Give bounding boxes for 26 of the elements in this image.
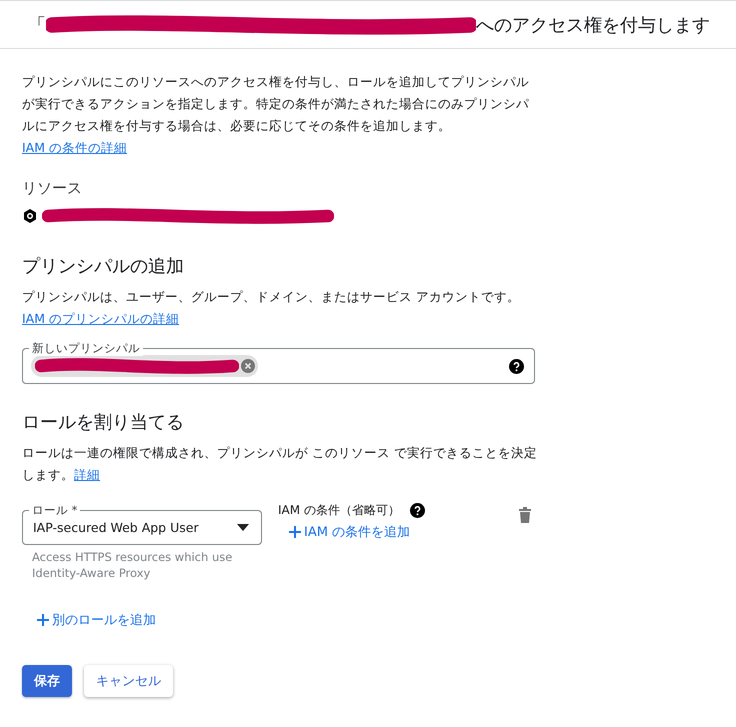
roles-description: ロールは一連の権限で構成され、プリンシパルが このリソース で実行できることを決定します。詳細 (22, 444, 537, 484)
add-condition-button[interactable]: IAM の条件を追加 (288, 523, 410, 541)
plus-icon (288, 525, 302, 539)
dialog-title: へのアクセス権を付与します (476, 14, 710, 36)
field-label: 新しいプリンシパル (29, 340, 143, 356)
role-helper-text: Access HTTPS resources which use Identity-Aware Proxy (32, 549, 234, 581)
section-heading: ロールを割り当てる (22, 411, 185, 434)
plus-icon (36, 613, 50, 627)
resource-label: リソース (22, 179, 83, 198)
save-button[interactable]: 保存 (22, 665, 72, 697)
details-link[interactable]: 詳細 (74, 467, 100, 482)
cancel-button[interactable]: キャンセル (84, 665, 173, 697)
conditions-link[interactable]: IAM の条件の詳細 (22, 140, 127, 155)
condition-label: IAM の条件（省略可） (278, 502, 400, 519)
delete-icon[interactable] (518, 506, 532, 523)
hexagon-icon (22, 208, 38, 224)
add-role-button[interactable]: 別のロールを追加 (36, 611, 156, 629)
principals-link[interactable]: IAM のプリンシパルの詳細 (22, 311, 179, 326)
remove-icon[interactable] (241, 359, 255, 373)
principals-description: プリンシパルは、ユーザー、グループ、ドメイン、またはサービス アカウントです。 (22, 288, 521, 306)
intro-text: プリンシパルにこのリソースへのアクセス権を付与し、ロールを追加してプリンシパルが実行できるアクションを指定します。特定の条件が満たされた場合にのみプリンシパルにアクセス権を付与する場合は、必要に応じてその条件を追加します。 IAM の条件の詳細 (22, 73, 530, 157)
section-heading: プリンシパルの追加 (22, 255, 185, 278)
dialog-title: 「 (28, 14, 46, 36)
help-icon[interactable] (410, 503, 425, 518)
help-icon[interactable] (509, 358, 524, 374)
dropdown-caret-icon (237, 524, 249, 531)
